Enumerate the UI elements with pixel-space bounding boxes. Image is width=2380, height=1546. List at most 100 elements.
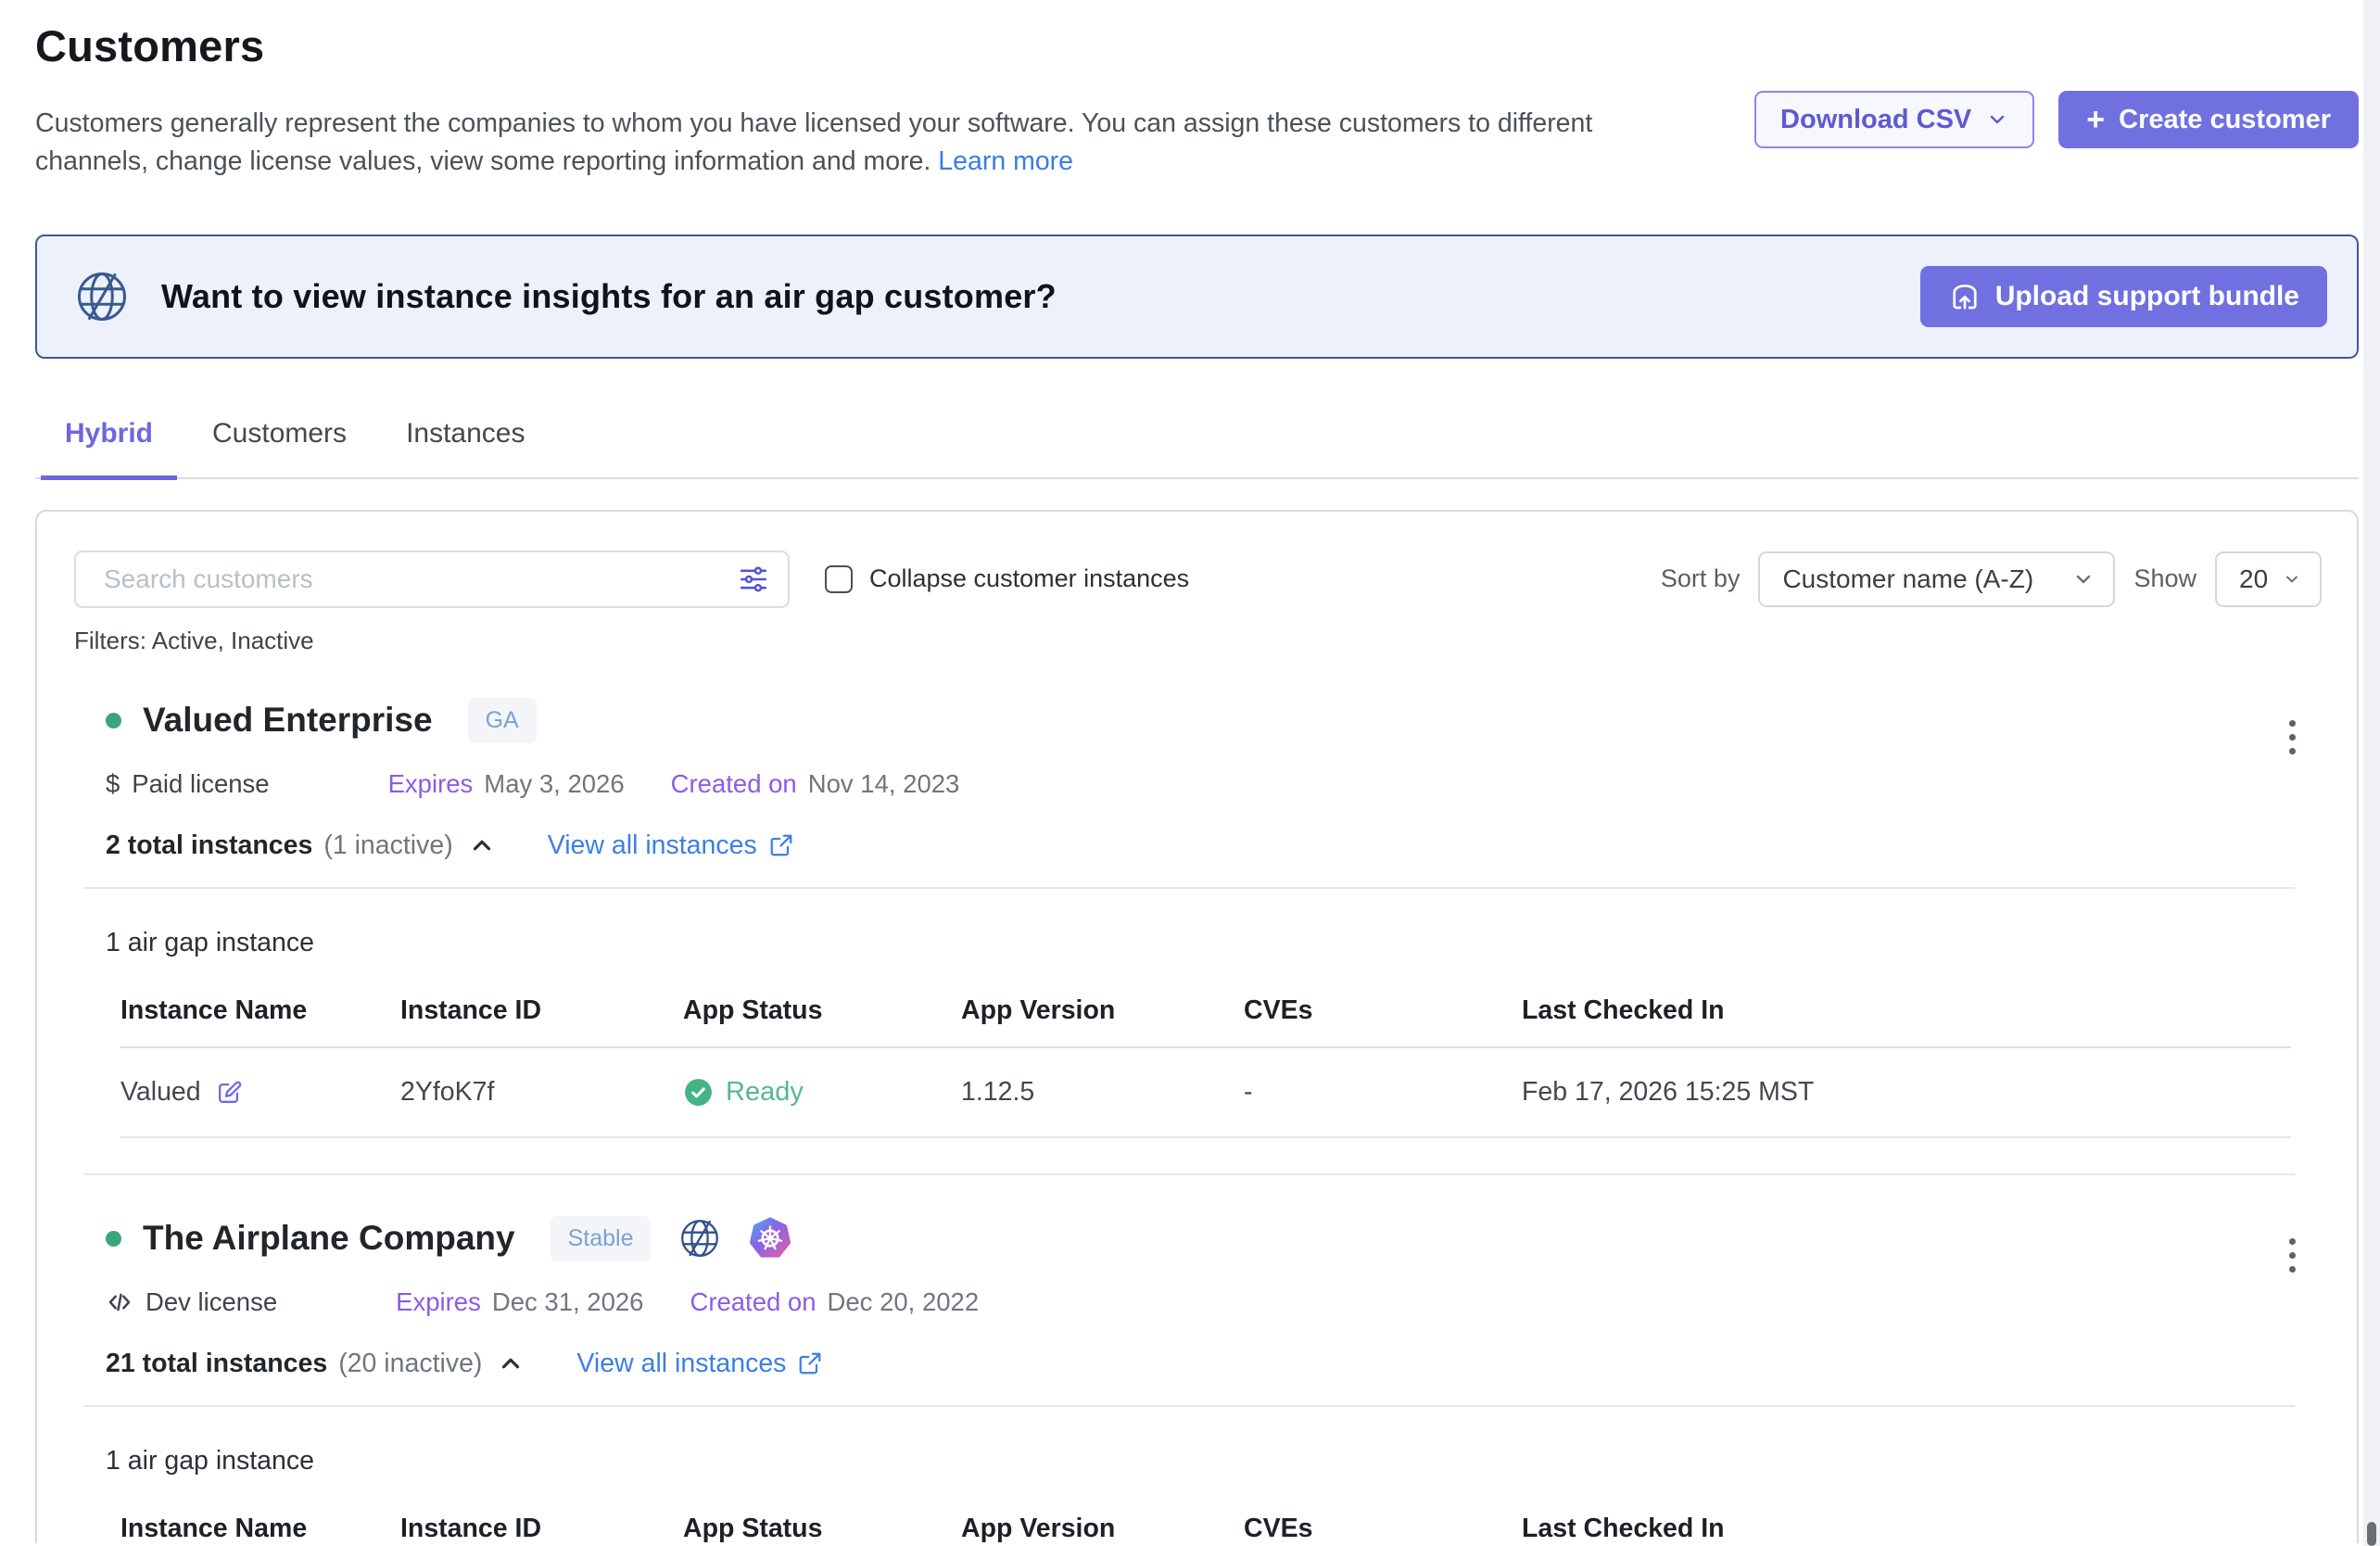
tab-customers[interactable]: Customers bbox=[188, 418, 371, 480]
customer-name[interactable]: The Airplane Company bbox=[143, 1219, 515, 1258]
customer-menu-button[interactable] bbox=[2284, 1233, 2301, 1278]
col-app-version: App Version bbox=[961, 982, 1244, 1047]
create-customer-button[interactable]: + Create customer bbox=[2058, 91, 2359, 148]
page-description: Customers generally represent the compan… bbox=[35, 105, 1676, 181]
table-header-row: Instance Name Instance ID App Status App… bbox=[120, 1501, 2291, 1543]
license-type: $ Paid license bbox=[106, 769, 270, 799]
created-on-label: Created on bbox=[690, 1287, 816, 1317]
airgap-instance-heading: 1 air gap instance bbox=[106, 928, 2322, 958]
external-link-icon bbox=[768, 832, 794, 858]
expires-info: Expires Dec 31, 2026 bbox=[396, 1287, 643, 1317]
table-row: Valued 2YfoK7f Ready 1.12.5 - Feb 17, 20… bbox=[120, 1047, 2291, 1137]
expires-date: Dec 31, 2026 bbox=[492, 1287, 644, 1317]
scrollbar[interactable] bbox=[2363, 0, 2380, 1546]
customer-name[interactable]: Valued Enterprise bbox=[143, 701, 433, 740]
collapse-caret-icon[interactable] bbox=[468, 831, 496, 859]
table-header-row: Instance Name Instance ID App Status App… bbox=[120, 982, 2291, 1047]
col-app-version: App Version bbox=[961, 1501, 1244, 1543]
col-last-checked-in: Last Checked In bbox=[1522, 982, 2291, 1047]
last-checked-in-value: Feb 17, 2026 15:25 MST bbox=[1522, 1047, 2291, 1137]
instances-summary-row: 2 total instances (1 inactive) View all … bbox=[106, 830, 2322, 861]
license-type: Dev license bbox=[106, 1287, 277, 1317]
filter-sliders-icon[interactable] bbox=[738, 564, 769, 595]
airgap-instances-section: 1 air gap instance Instance Name Instanc… bbox=[74, 928, 2322, 1138]
search-field-wrap bbox=[74, 551, 790, 608]
customer-menu-button[interactable] bbox=[2284, 715, 2301, 760]
customer-meta-row: Dev license Expires Dec 31, 2026 Created… bbox=[106, 1287, 2322, 1317]
create-customer-label: Create customer bbox=[2119, 105, 2331, 135]
customer-header: The Airplane Company Stable bbox=[106, 1216, 2322, 1261]
col-cves: CVEs bbox=[1244, 982, 1522, 1047]
learn-more-link[interactable]: Learn more bbox=[938, 146, 1073, 176]
download-csv-button[interactable]: Download CSV bbox=[1754, 91, 2034, 148]
sort-show-controls: Sort by Customer name (A-Z) Show 20 bbox=[1661, 551, 2322, 607]
external-link-icon bbox=[797, 1350, 823, 1376]
check-circle-icon bbox=[683, 1077, 714, 1108]
inactive-instances-note: (1 inactive) bbox=[323, 830, 452, 861]
customers-panel: Collapse customer instances Sort by Cust… bbox=[35, 510, 2359, 1543]
download-csv-label: Download CSV bbox=[1780, 105, 1971, 135]
customer-separator bbox=[83, 1173, 2295, 1175]
collapse-caret-icon[interactable] bbox=[497, 1350, 525, 1377]
channel-badge: Stable bbox=[551, 1216, 652, 1261]
airgap-globe-icon bbox=[678, 1217, 721, 1260]
page-description-text: Customers generally represent the compan… bbox=[35, 108, 1592, 176]
chevron-down-icon bbox=[1986, 108, 2008, 131]
app-status-value: Ready bbox=[726, 1077, 804, 1108]
show-label: Show bbox=[2133, 564, 2196, 593]
collapse-instances-label: Collapse customer instances bbox=[869, 564, 1189, 593]
created-info: Created on Nov 14, 2023 bbox=[671, 769, 960, 799]
section-divider bbox=[83, 1405, 2295, 1407]
customer-card-valued-enterprise: Valued Enterprise GA $ Paid license Expi… bbox=[74, 698, 2322, 861]
sort-by-label: Sort by bbox=[1661, 564, 1741, 593]
customer-card-airplane-company: The Airplane Company Stable Dev license … bbox=[74, 1216, 2322, 1379]
upload-support-bundle-label: Upload support bundle bbox=[1995, 281, 2299, 312]
col-instance-name: Instance Name bbox=[120, 982, 400, 1047]
page: Customers Customers generally represent … bbox=[35, 20, 2359, 1543]
col-instance-name: Instance Name bbox=[120, 1501, 400, 1543]
total-instances-count: 2 total instances bbox=[106, 830, 312, 861]
page-title: Customers bbox=[35, 20, 2359, 71]
airgap-banner: Want to view instance insights for an ai… bbox=[35, 234, 2359, 359]
scrollbar-thumb[interactable] bbox=[2367, 1522, 2376, 1546]
license-type-label: Dev license bbox=[146, 1287, 277, 1317]
view-all-instances-link[interactable]: View all instances bbox=[576, 1349, 823, 1379]
search-input[interactable] bbox=[74, 551, 790, 608]
created-on-label: Created on bbox=[671, 769, 797, 799]
expires-label: Expires bbox=[396, 1287, 481, 1317]
customer-meta-row: $ Paid license Expires May 3, 2026 Creat… bbox=[106, 769, 2322, 799]
kubernetes-icon bbox=[749, 1217, 791, 1260]
instance-id: 2YfoK7f bbox=[400, 1047, 683, 1137]
collapse-instances-checkbox[interactable] bbox=[825, 565, 853, 593]
created-info: Created on Dec 20, 2022 bbox=[690, 1287, 979, 1317]
collapse-instances-control: Collapse customer instances bbox=[825, 564, 1189, 593]
tab-hybrid[interactable]: Hybrid bbox=[41, 418, 177, 480]
code-icon bbox=[106, 1288, 133, 1316]
sort-by-select[interactable]: Customer name (A-Z) bbox=[1758, 551, 2115, 607]
expires-date: May 3, 2026 bbox=[484, 769, 624, 799]
plus-icon: + bbox=[2086, 104, 2105, 135]
instance-name: Valued bbox=[120, 1077, 201, 1108]
view-all-instances-label: View all instances bbox=[548, 830, 757, 861]
chevron-down-icon bbox=[2072, 568, 2095, 590]
instances-summary-row: 21 total instances (20 inactive) View al… bbox=[106, 1349, 2322, 1379]
channel-badge: GA bbox=[468, 698, 537, 743]
cves-value: - bbox=[1244, 1047, 1522, 1137]
active-status-dot bbox=[106, 713, 121, 729]
chevron-down-icon bbox=[2283, 568, 2301, 590]
edit-icon[interactable] bbox=[215, 1078, 244, 1107]
sort-by-value: Customer name (A-Z) bbox=[1782, 564, 2033, 594]
banner-heading: Want to view instance insights for an ai… bbox=[161, 277, 1057, 316]
expires-label: Expires bbox=[388, 769, 474, 799]
tab-instances[interactable]: Instances bbox=[382, 418, 549, 480]
total-instances-count: 21 total instances bbox=[106, 1349, 327, 1379]
upload-support-bundle-button[interactable]: Upload support bundle bbox=[1920, 266, 2327, 327]
expires-info: Expires May 3, 2026 bbox=[388, 769, 625, 799]
airgap-instance-heading: 1 air gap instance bbox=[106, 1446, 2322, 1476]
show-count-select[interactable]: 20 bbox=[2215, 551, 2322, 607]
active-status-dot bbox=[106, 1231, 121, 1247]
col-last-checked-in: Last Checked In bbox=[1522, 1501, 2291, 1543]
show-count-value: 20 bbox=[2239, 564, 2268, 594]
view-all-instances-link[interactable]: View all instances bbox=[548, 830, 794, 861]
active-filters-text: Filters: Active, Inactive bbox=[74, 627, 2322, 655]
